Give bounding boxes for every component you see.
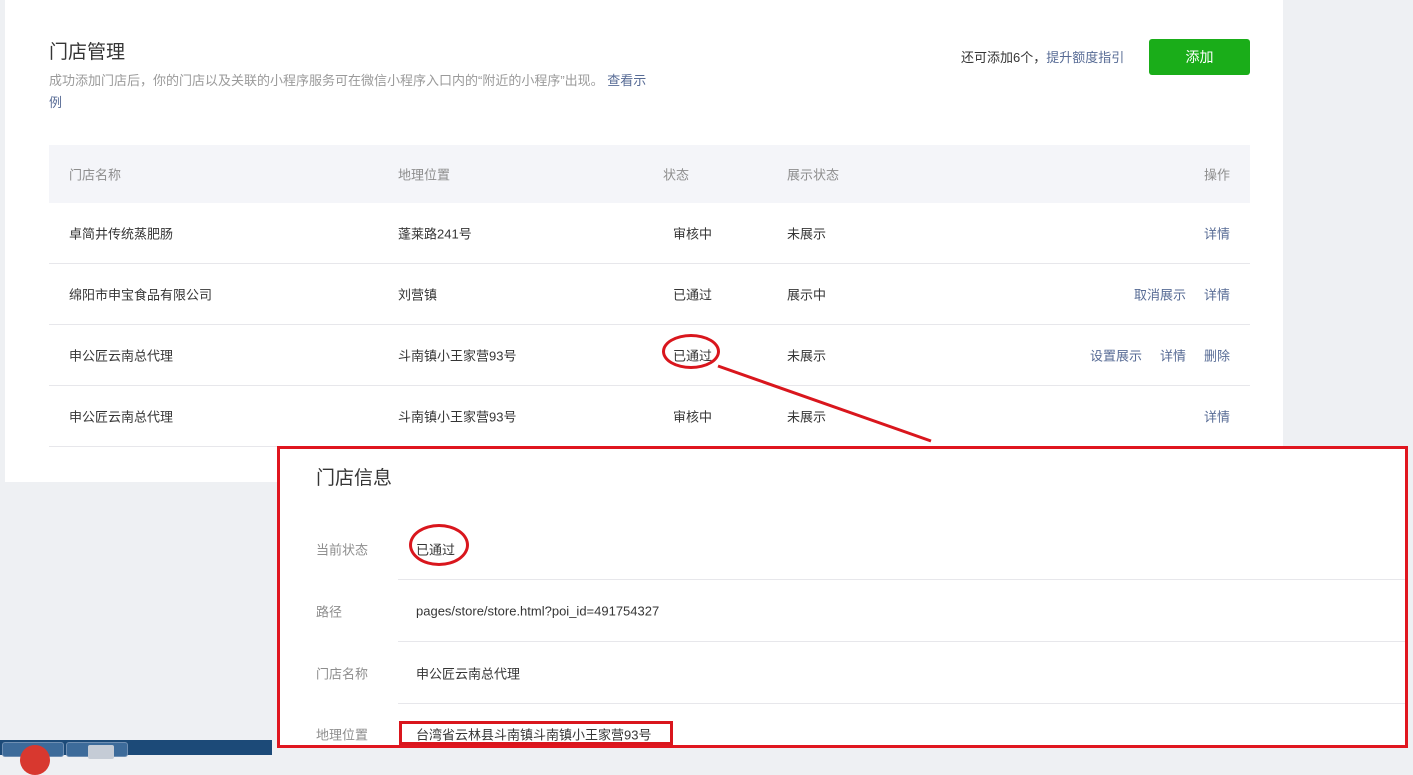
folder-icon: [88, 745, 114, 759]
info-label: 当前状态: [316, 542, 369, 558]
browser-icon: [20, 745, 50, 775]
popup-title: 门店信息: [316, 468, 393, 489]
popup-status-highlight-oval: [409, 524, 469, 566]
info-value: 申公匠云南总代理: [416, 666, 521, 682]
location-highlight-box: [399, 721, 673, 745]
info-row-path: 路径 pages/store/store.html?poi_id=4917543…: [316, 580, 1405, 642]
divider: [398, 703, 1405, 704]
info-row-status: 当前状态 已通过: [316, 518, 1405, 580]
store-info-popup: 门店信息 当前状态 已通过 路径 pages/store/store.html?…: [277, 446, 1408, 748]
info-label: 地理位置: [316, 727, 369, 743]
info-row-store-name: 门店名称 申公匠云南总代理: [316, 642, 1405, 704]
info-value: pages/store/store.html?poi_id=491754327: [416, 603, 660, 619]
info-label: 门店名称: [316, 666, 369, 682]
info-label: 路径: [316, 604, 343, 620]
